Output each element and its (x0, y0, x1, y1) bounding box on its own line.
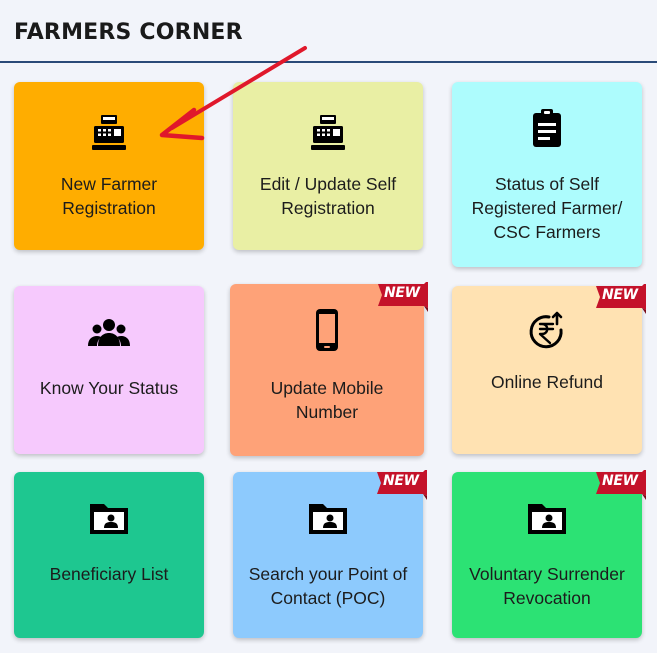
update-mobile-number-card[interactable]: Update Mobile Number NEW (230, 282, 428, 456)
card-label: Online Refund (491, 372, 603, 392)
cash-register-icon (87, 110, 131, 154)
new-badge-label: NEW (384, 285, 420, 301)
new-badge-label: NEW (383, 473, 419, 489)
new-badge-label: NEW (602, 473, 638, 489)
page-title: FARMERS CORNER (14, 20, 243, 45)
new-farmer-registration-card[interactable]: New Farmer Registration (14, 82, 204, 250)
folder-user-icon (87, 496, 131, 540)
folder-user-icon (525, 496, 569, 540)
title-divider (0, 61, 657, 63)
card-label: Voluntary Surrender Revocation (469, 564, 625, 608)
new-badge: NEW (596, 284, 646, 318)
new-badge-label: NEW (602, 287, 638, 303)
online-refund-card[interactable]: Online Refund NEW (452, 284, 646, 454)
users-icon (87, 312, 131, 356)
new-badge: NEW (596, 470, 646, 504)
card-label: Edit / Update Self Registration (259, 174, 397, 218)
mobile-icon (305, 308, 349, 352)
cash-register-icon (306, 110, 350, 154)
card-label: Know Your Status (39, 378, 179, 398)
folder-user-icon (306, 496, 350, 540)
new-badge: NEW (377, 470, 427, 504)
edit-update-self-registration-card[interactable]: Edit / Update Self Registration (233, 82, 423, 250)
card-label: Beneficiary List (49, 564, 169, 584)
new-badge: NEW (378, 282, 428, 316)
card-label: Status of Self Registered Farmer/ CSC Fa… (471, 174, 623, 242)
card-label: Update Mobile Number (270, 378, 384, 422)
clipboard-icon (525, 106, 569, 150)
search-point-of-contact-card[interactable]: Search your Point of Contact (POC) NEW (233, 470, 427, 638)
beneficiary-list-card[interactable]: Beneficiary List (14, 472, 204, 638)
voluntary-surrender-revocation-card[interactable]: Voluntary Surrender Revocation NEW (452, 470, 646, 638)
know-your-status-card[interactable]: Know Your Status (14, 286, 204, 454)
card-label: New Farmer Registration (60, 174, 158, 218)
status-self-registered-farmer-card[interactable]: Status of Self Registered Farmer/ CSC Fa… (452, 82, 642, 267)
rupee-refund-icon (525, 310, 569, 354)
card-label: Search your Point of Contact (POC) (248, 564, 408, 608)
